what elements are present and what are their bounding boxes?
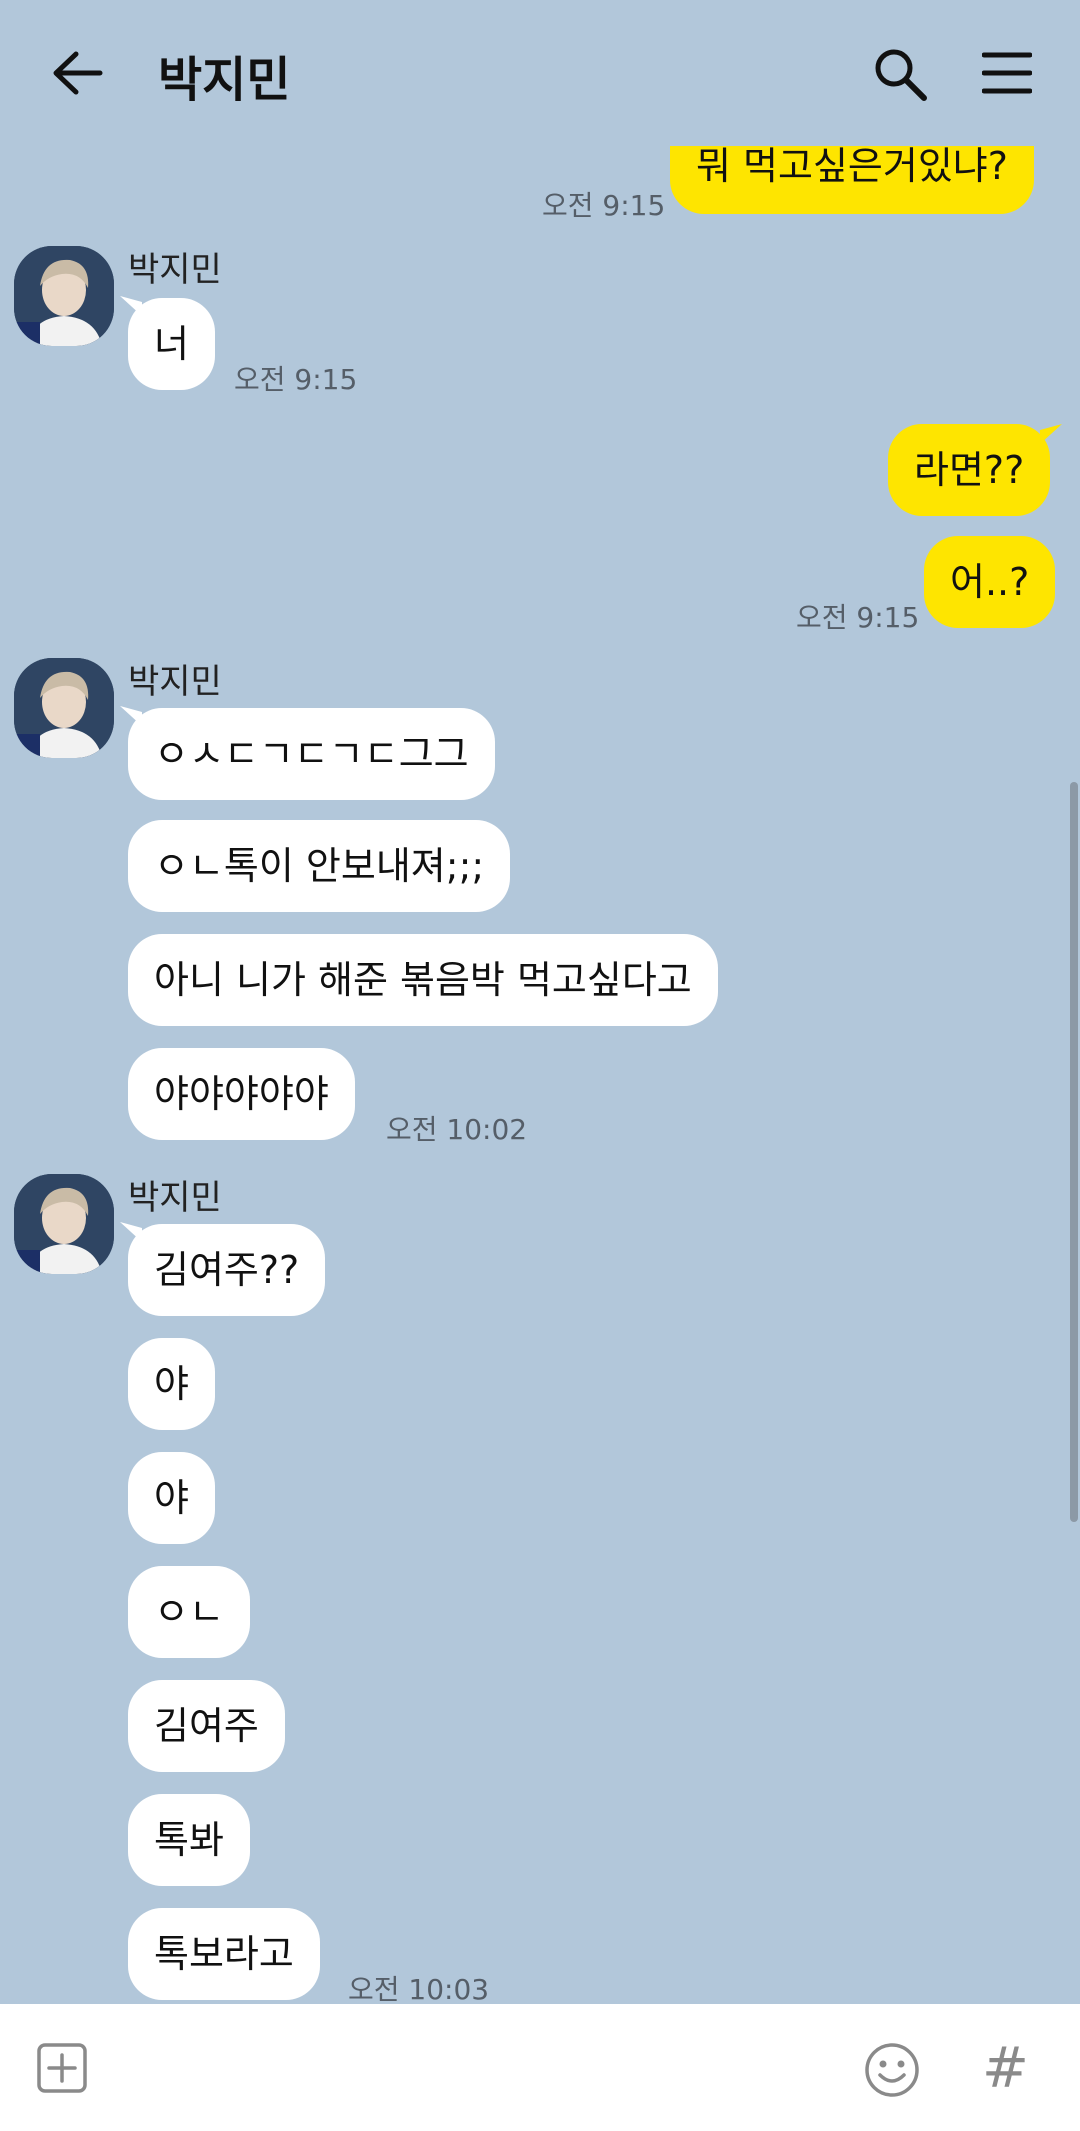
message-time: 오전 9:15	[542, 189, 666, 222]
emoji-icon[interactable]	[864, 2042, 920, 2098]
profile-photo	[14, 658, 114, 758]
outgoing-message[interactable]: 뭐 먹고싶은거있냐?	[670, 146, 1034, 214]
incoming-message[interactable]: ㅇㄴ	[128, 1566, 250, 1658]
profile-photo	[14, 1174, 114, 1274]
incoming-message[interactable]: 야	[128, 1338, 215, 1430]
incoming-message[interactable]: ㅇㅅㄷㄱㄷㄱㄷ그그	[128, 708, 495, 800]
incoming-message[interactable]: 야야야야야	[128, 1048, 355, 1140]
chat-title: 박지민	[158, 52, 291, 108]
back-arrow-icon[interactable]	[50, 48, 106, 98]
incoming-message[interactable]: 김여주??	[128, 1224, 326, 1316]
outgoing-message[interactable]: 어..?	[924, 536, 1056, 628]
avatar[interactable]	[14, 658, 114, 758]
hashtag-icon[interactable]: #	[982, 2036, 1029, 2101]
incoming-message[interactable]: 김여주	[128, 1680, 285, 1772]
incoming-message[interactable]: 톡보라고	[128, 1908, 320, 2000]
plus-square-icon[interactable]	[36, 2042, 88, 2094]
message-time: 오전 9:15	[234, 363, 358, 396]
bubble-tail	[1040, 424, 1062, 444]
sender-name: 박지민	[128, 250, 222, 290]
incoming-message[interactable]: 아니 니가 해준 볶음박 먹고싶다고	[128, 934, 718, 1026]
chat-header: 박지민	[0, 0, 1080, 146]
avatar[interactable]	[14, 246, 114, 346]
avatar[interactable]	[14, 1174, 114, 1274]
message-time: 오전 10:02	[386, 1113, 528, 1146]
message-time: 오전 10:03	[348, 1973, 490, 2004]
message-list[interactable]: 오전 9:15 뭐 먹고싶은거있냐? 박지민 너 오전 9:15 라면?? 어.…	[0, 146, 1080, 2004]
incoming-message[interactable]: 너	[128, 298, 215, 390]
hamburger-menu-icon[interactable]	[982, 50, 1032, 96]
incoming-message[interactable]: 야	[128, 1452, 215, 1544]
outgoing-message[interactable]: 라면??	[888, 424, 1051, 516]
search-icon[interactable]	[872, 46, 928, 102]
profile-photo	[14, 246, 114, 346]
sender-name: 박지민	[128, 1178, 222, 1218]
incoming-message[interactable]: 톡봐	[128, 1794, 250, 1886]
sender-name: 박지민	[128, 662, 222, 702]
input-bar: #	[0, 2004, 1080, 2131]
scrollbar[interactable]	[1070, 782, 1078, 1522]
message-time: 오전 9:15	[796, 601, 920, 634]
incoming-message[interactable]: ㅇㄴ톡이 안보내져;;;	[128, 820, 511, 912]
